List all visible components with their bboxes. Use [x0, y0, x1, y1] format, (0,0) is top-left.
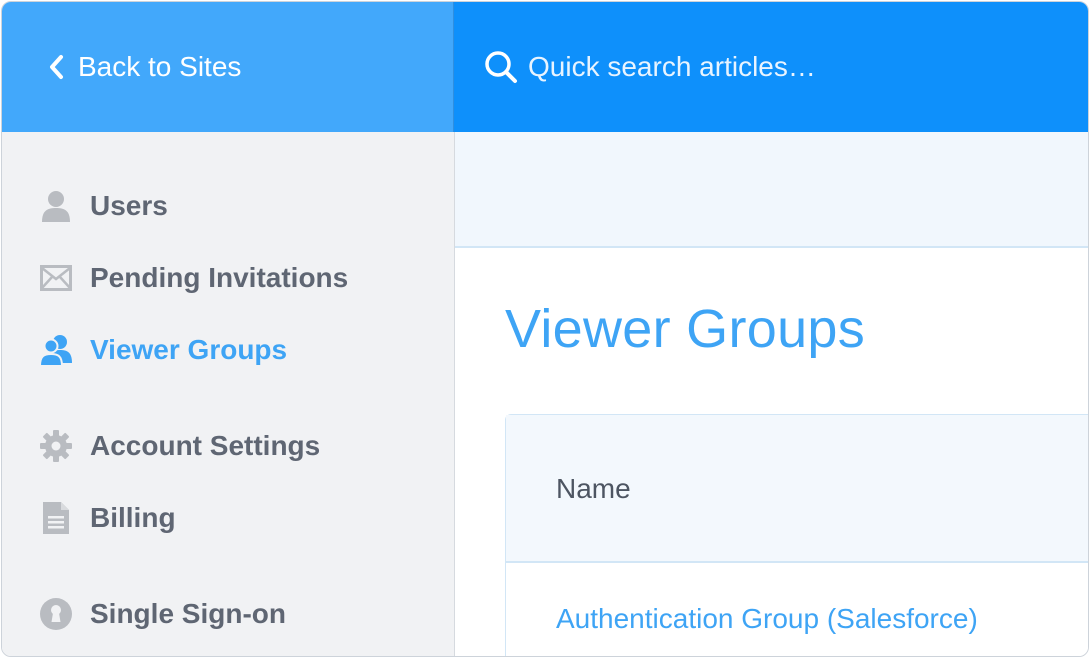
viewer-group-link[interactable]: Authentication Group (Salesforce) — [556, 603, 978, 635]
top-bar: Back to Sites — [2, 2, 1088, 132]
envelope-icon — [38, 260, 74, 296]
back-link-label: Back to Sites — [78, 51, 242, 82]
viewer-groups-table: Name Authentication Group (Salesforce) — [505, 414, 1088, 656]
table-header-row: Name — [506, 415, 1088, 563]
users-group-icon — [38, 332, 74, 368]
main-content: Viewer Groups Name Authentication Group … — [455, 132, 1088, 656]
gear-icon — [38, 428, 74, 464]
user-icon — [38, 188, 74, 224]
subheader-bar — [455, 132, 1088, 248]
sidebar-item-label: Single Sign-on — [90, 598, 286, 629]
sidebar: Users Pending Invitations Viewer Groups — [2, 132, 455, 656]
sidebar-item-label: Billing — [90, 502, 176, 533]
search-icon[interactable] — [484, 50, 518, 84]
sidebar-item-label: Account Settings — [90, 430, 321, 461]
sidebar-item-label: Viewer Groups — [90, 334, 288, 365]
back-area: Back to Sites — [2, 2, 454, 132]
search-input[interactable] — [528, 51, 1088, 83]
keyhole-icon — [38, 596, 74, 632]
back-to-sites-link[interactable]: Back to Sites — [48, 51, 241, 83]
sidebar-item-users[interactable]: Users — [38, 188, 168, 224]
document-icon — [38, 500, 74, 536]
sidebar-item-viewer-groups[interactable]: Viewer Groups — [38, 332, 287, 368]
search-area — [454, 2, 1088, 132]
sidebar-item-pending-invitations[interactable]: Pending Invitations — [38, 260, 348, 296]
sidebar-item-account-settings[interactable]: Account Settings — [38, 428, 320, 464]
sidebar-item-label: Pending Invitations — [90, 262, 349, 293]
app-window: Back to Sites Users Pending Invitations — [1, 1, 1089, 657]
page-title: Viewer Groups — [505, 299, 866, 359]
column-header-name[interactable]: Name — [556, 473, 631, 505]
sidebar-item-label: Users — [90, 190, 168, 221]
sidebar-item-single-sign-on[interactable]: Single Sign-on — [38, 596, 286, 632]
sidebar-item-billing[interactable]: Billing — [38, 500, 176, 536]
chevron-left-icon — [48, 54, 78, 80]
